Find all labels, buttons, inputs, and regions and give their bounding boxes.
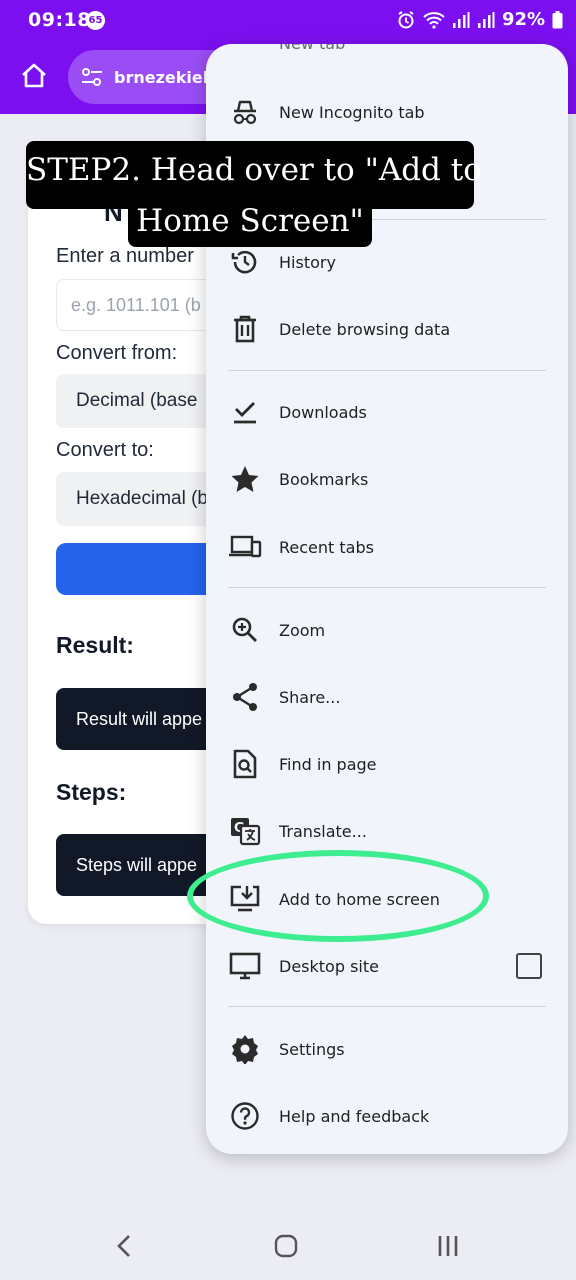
desktop-icon <box>228 949 262 983</box>
menu-item-desktop-site[interactable]: Desktop site <box>206 936 568 996</box>
menu-item-delete-browsing-data[interactable]: Delete browsing data <box>206 299 568 359</box>
menu-item-find-in-page[interactable]: Find in page <box>206 734 568 794</box>
menu-divider <box>228 587 546 588</box>
notification-badge: 65 <box>86 11 105 30</box>
status-time: 09:18 <box>28 9 91 31</box>
home-icon <box>22 63 46 88</box>
home-button[interactable] <box>14 56 54 96</box>
find-in-page-icon <box>228 747 262 781</box>
back-icon <box>117 1235 130 1257</box>
signal-icon <box>478 11 495 28</box>
menu-item-zoom[interactable]: Zoom <box>206 600 568 660</box>
result-heading: Result: <box>56 632 134 658</box>
tutorial-caption-line2: Home Screen" <box>128 195 372 247</box>
menu-item-share[interactable]: Share... <box>206 667 568 727</box>
menu-item-bookmarks[interactable]: Bookmarks <box>206 449 568 509</box>
menu-item-label: Bookmarks <box>279 469 369 489</box>
desktop-site-checkbox[interactable] <box>516 953 542 979</box>
tune-icon[interactable] <box>80 66 104 88</box>
menu-item-label: Help and feedback <box>279 1106 430 1126</box>
trash-icon <box>228 312 262 346</box>
menu-item-new-incognito-tab[interactable]: New Incognito tab <box>206 82 568 142</box>
menu-item-label: Delete browsing data <box>279 319 451 339</box>
signal-icon <box>453 11 470 28</box>
download-icon <box>228 395 262 429</box>
recents-button[interactable] <box>428 1226 468 1266</box>
battery-icon <box>552 10 563 28</box>
menu-item-label: Recent tabs <box>279 537 374 557</box>
incognito-icon <box>228 95 262 129</box>
zoom-in-icon <box>228 613 262 647</box>
menu-item-label: Translate... <box>279 821 367 841</box>
share-icon <box>228 680 262 714</box>
recents-icon <box>438 1236 458 1256</box>
from-label: Convert from: <box>56 342 178 364</box>
system-icons: 92% <box>396 9 563 30</box>
menu-item-label: Zoom <box>279 620 326 640</box>
star-icon <box>228 462 262 496</box>
menu-item-label: Desktop site <box>279 956 379 976</box>
menu-divider <box>228 1006 546 1007</box>
menu-item-label: History <box>279 252 336 272</box>
alarm-icon <box>398 10 414 28</box>
nav-home-button[interactable] <box>266 1226 306 1266</box>
steps-heading: Steps: <box>56 779 127 805</box>
menu-item-label: New Incognito tab <box>279 102 425 122</box>
status-bar: 09:18 65 92% <box>0 0 576 42</box>
gear-icon <box>228 1032 262 1066</box>
menu-item-settings[interactable]: Settings <box>206 1019 568 1079</box>
menu-item-downloads[interactable]: Downloads <box>206 382 568 442</box>
translate-icon: G <box>228 814 262 848</box>
number-label: Enter a number <box>56 245 194 267</box>
menu-item-label: Find in page <box>279 754 377 774</box>
menu-item-label: Settings <box>279 1039 345 1059</box>
menu-item-label: Downloads <box>279 402 367 422</box>
navigation-bar <box>0 1206 576 1280</box>
menu-item-recent-tabs[interactable]: Recent tabs <box>206 517 568 577</box>
highlight-ellipse <box>187 850 489 942</box>
menu-item-label: Share... <box>279 687 341 707</box>
wifi-icon <box>423 11 445 29</box>
to-label: Convert to: <box>56 439 154 461</box>
devices-icon <box>228 530 262 564</box>
home-circle-icon <box>274 1234 298 1258</box>
battery-percent: 92% <box>502 9 546 30</box>
menu-divider <box>228 370 546 371</box>
back-button[interactable] <box>104 1226 144 1266</box>
help-icon <box>228 1099 262 1133</box>
history-icon <box>228 245 262 279</box>
menu-item-new-tab[interactable]: New tab <box>279 44 345 53</box>
menu-item-help-and-feedback[interactable]: Help and feedback <box>206 1086 568 1146</box>
